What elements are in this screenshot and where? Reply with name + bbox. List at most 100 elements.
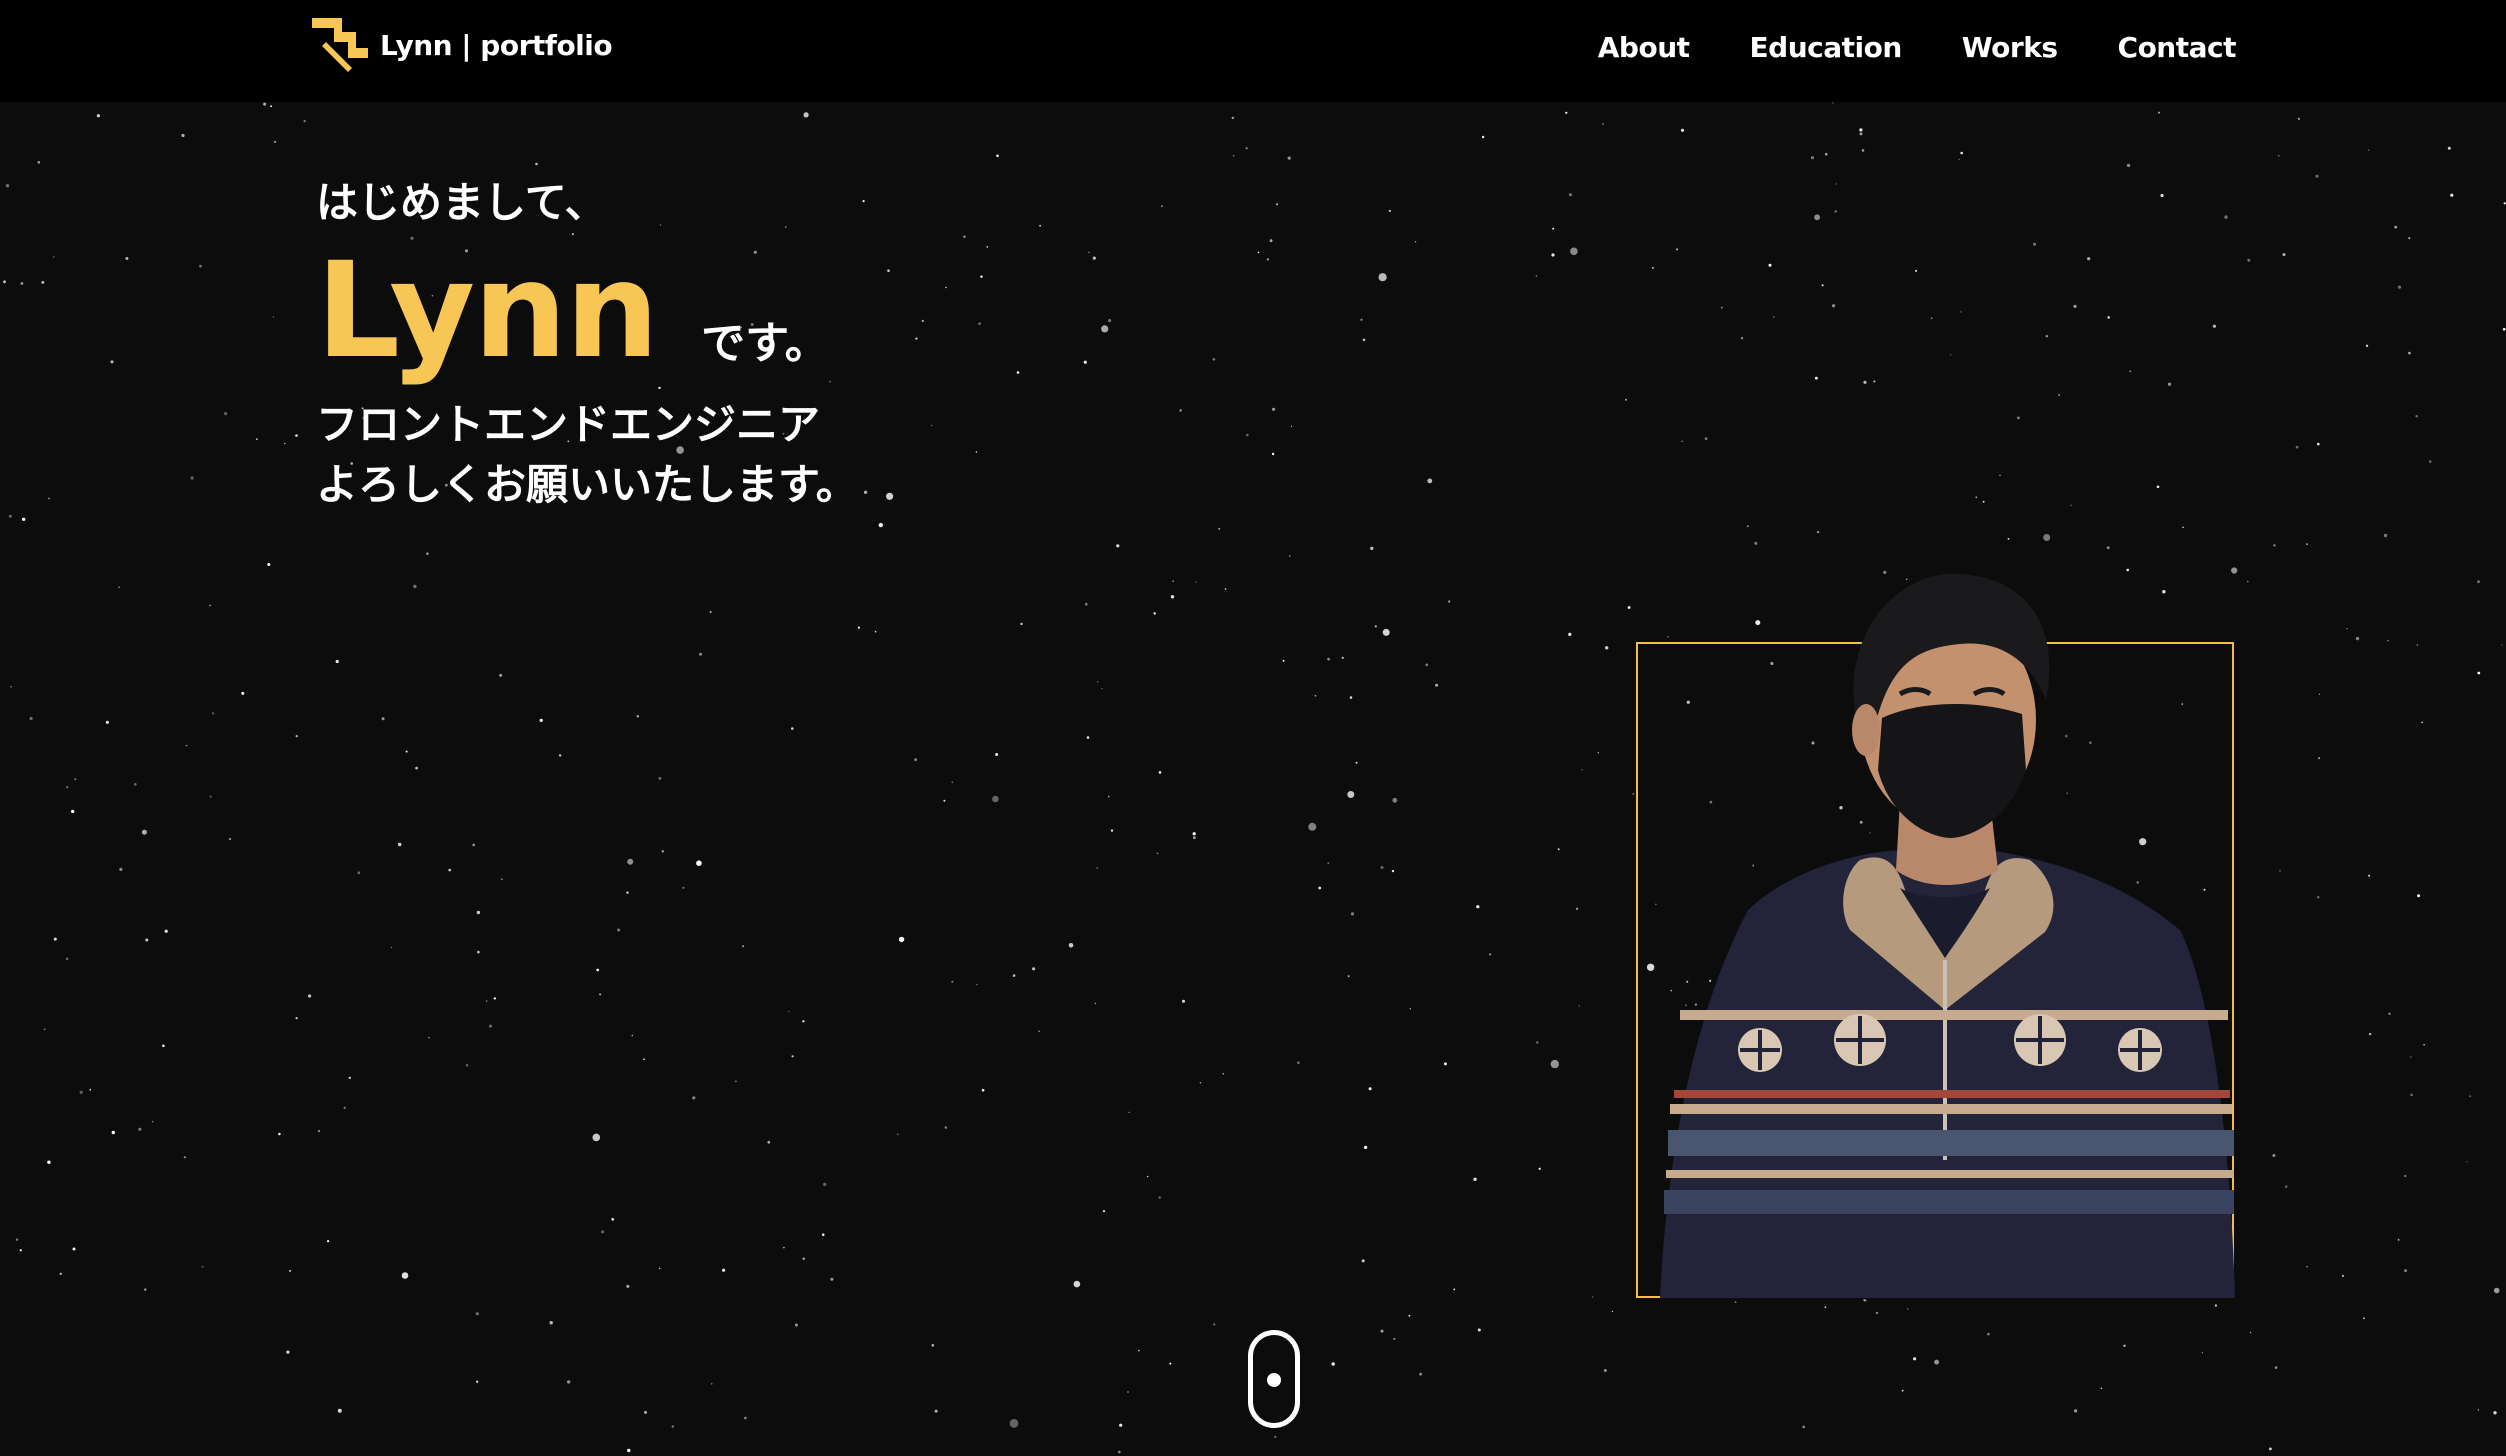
star [1581, 769, 1583, 771]
star [162, 1044, 165, 1048]
star [1592, 1296, 1594, 1298]
star [2466, 1161, 2468, 1163]
star [857, 626, 861, 629]
star [2306, 543, 2308, 545]
star [181, 133, 185, 138]
star [951, 980, 954, 983]
star [426, 552, 429, 555]
star [348, 1076, 351, 1079]
star [141, 829, 147, 835]
star [601, 1230, 605, 1234]
star [1195, 581, 1197, 583]
star [3, 280, 6, 284]
star [2045, 335, 2048, 338]
hero-regards: よろしくお願いいたします。 [316, 460, 858, 510]
star [1915, 269, 1918, 272]
star [1958, 158, 1960, 161]
star [951, 781, 954, 784]
star [558, 754, 562, 757]
mouse-scroll-icon[interactable] [1248, 1330, 1300, 1428]
star [272, 316, 275, 318]
star [43, 1028, 46, 1031]
star [295, 434, 298, 437]
star [1172, 580, 1174, 582]
star [1192, 836, 1196, 840]
star [611, 1217, 615, 1221]
nav-link-works[interactable]: Works [1962, 31, 2058, 64]
star [1224, 588, 1227, 590]
star [2274, 1366, 2278, 1369]
star [934, 1409, 938, 1413]
star [286, 1350, 290, 1354]
star [1347, 791, 1355, 798]
star [1084, 602, 1088, 606]
star [183, 1156, 186, 1159]
star [944, 1126, 947, 1129]
star [711, 1383, 713, 1385]
star [1380, 866, 1384, 869]
star [1975, 496, 1978, 499]
star [626, 1284, 630, 1288]
star [493, 997, 496, 1000]
star [2201, 1352, 2203, 1354]
star [308, 994, 312, 998]
star [241, 691, 245, 695]
star [1681, 440, 1683, 443]
star [1361, 1259, 1365, 1263]
star [1127, 1391, 1129, 1393]
star [1068, 943, 1074, 948]
star [2273, 544, 2276, 547]
star [1481, 135, 1485, 139]
star [794, 1323, 798, 1327]
star [1907, 1308, 1909, 1310]
star [2477, 1409, 2479, 1411]
star [1773, 316, 1775, 318]
star [627, 1448, 631, 1453]
star [96, 114, 100, 118]
star [1153, 612, 1156, 615]
star [22, 517, 26, 521]
star [2368, 1032, 2372, 1036]
star [2249, 1331, 2252, 1334]
nav-link-education[interactable]: Education [1750, 31, 1903, 64]
brand-link[interactable]: Lynn | portfolio [312, 16, 613, 74]
nav-link-contact[interactable]: Contact [2118, 31, 2237, 64]
star [1824, 152, 1828, 156]
star [1128, 1111, 1130, 1113]
star [2158, 111, 2160, 114]
star [327, 1240, 330, 1243]
star [47, 1160, 51, 1164]
star [791, 1055, 794, 1058]
star [2363, 1317, 2365, 1320]
brand-title: Lynn | portfolio [380, 28, 613, 62]
star [1362, 338, 1366, 342]
star [2106, 546, 2110, 550]
star [2247, 258, 2251, 262]
star [138, 1127, 142, 1131]
star [874, 630, 877, 633]
star [405, 750, 408, 753]
star [1676, 248, 1678, 251]
star [263, 102, 267, 106]
star [2272, 1154, 2276, 1157]
hero-name: Lynn [316, 233, 659, 388]
star [295, 1017, 298, 1020]
star [1073, 1280, 1081, 1288]
star [2107, 316, 2110, 319]
star [535, 162, 538, 166]
star [1272, 407, 1276, 411]
star [335, 659, 339, 664]
star [2126, 163, 2131, 168]
star [2417, 894, 2421, 898]
nav-link-about[interactable]: About [1598, 31, 1690, 64]
star [744, 1416, 747, 1420]
star [48, 497, 50, 500]
star [212, 712, 215, 715]
star [398, 842, 402, 847]
star [1192, 832, 1196, 836]
star [1477, 1328, 1481, 1332]
star [2469, 1095, 2472, 1098]
star [1297, 1061, 1300, 1064]
star [1169, 1362, 1172, 1365]
star [2306, 1266, 2308, 1268]
